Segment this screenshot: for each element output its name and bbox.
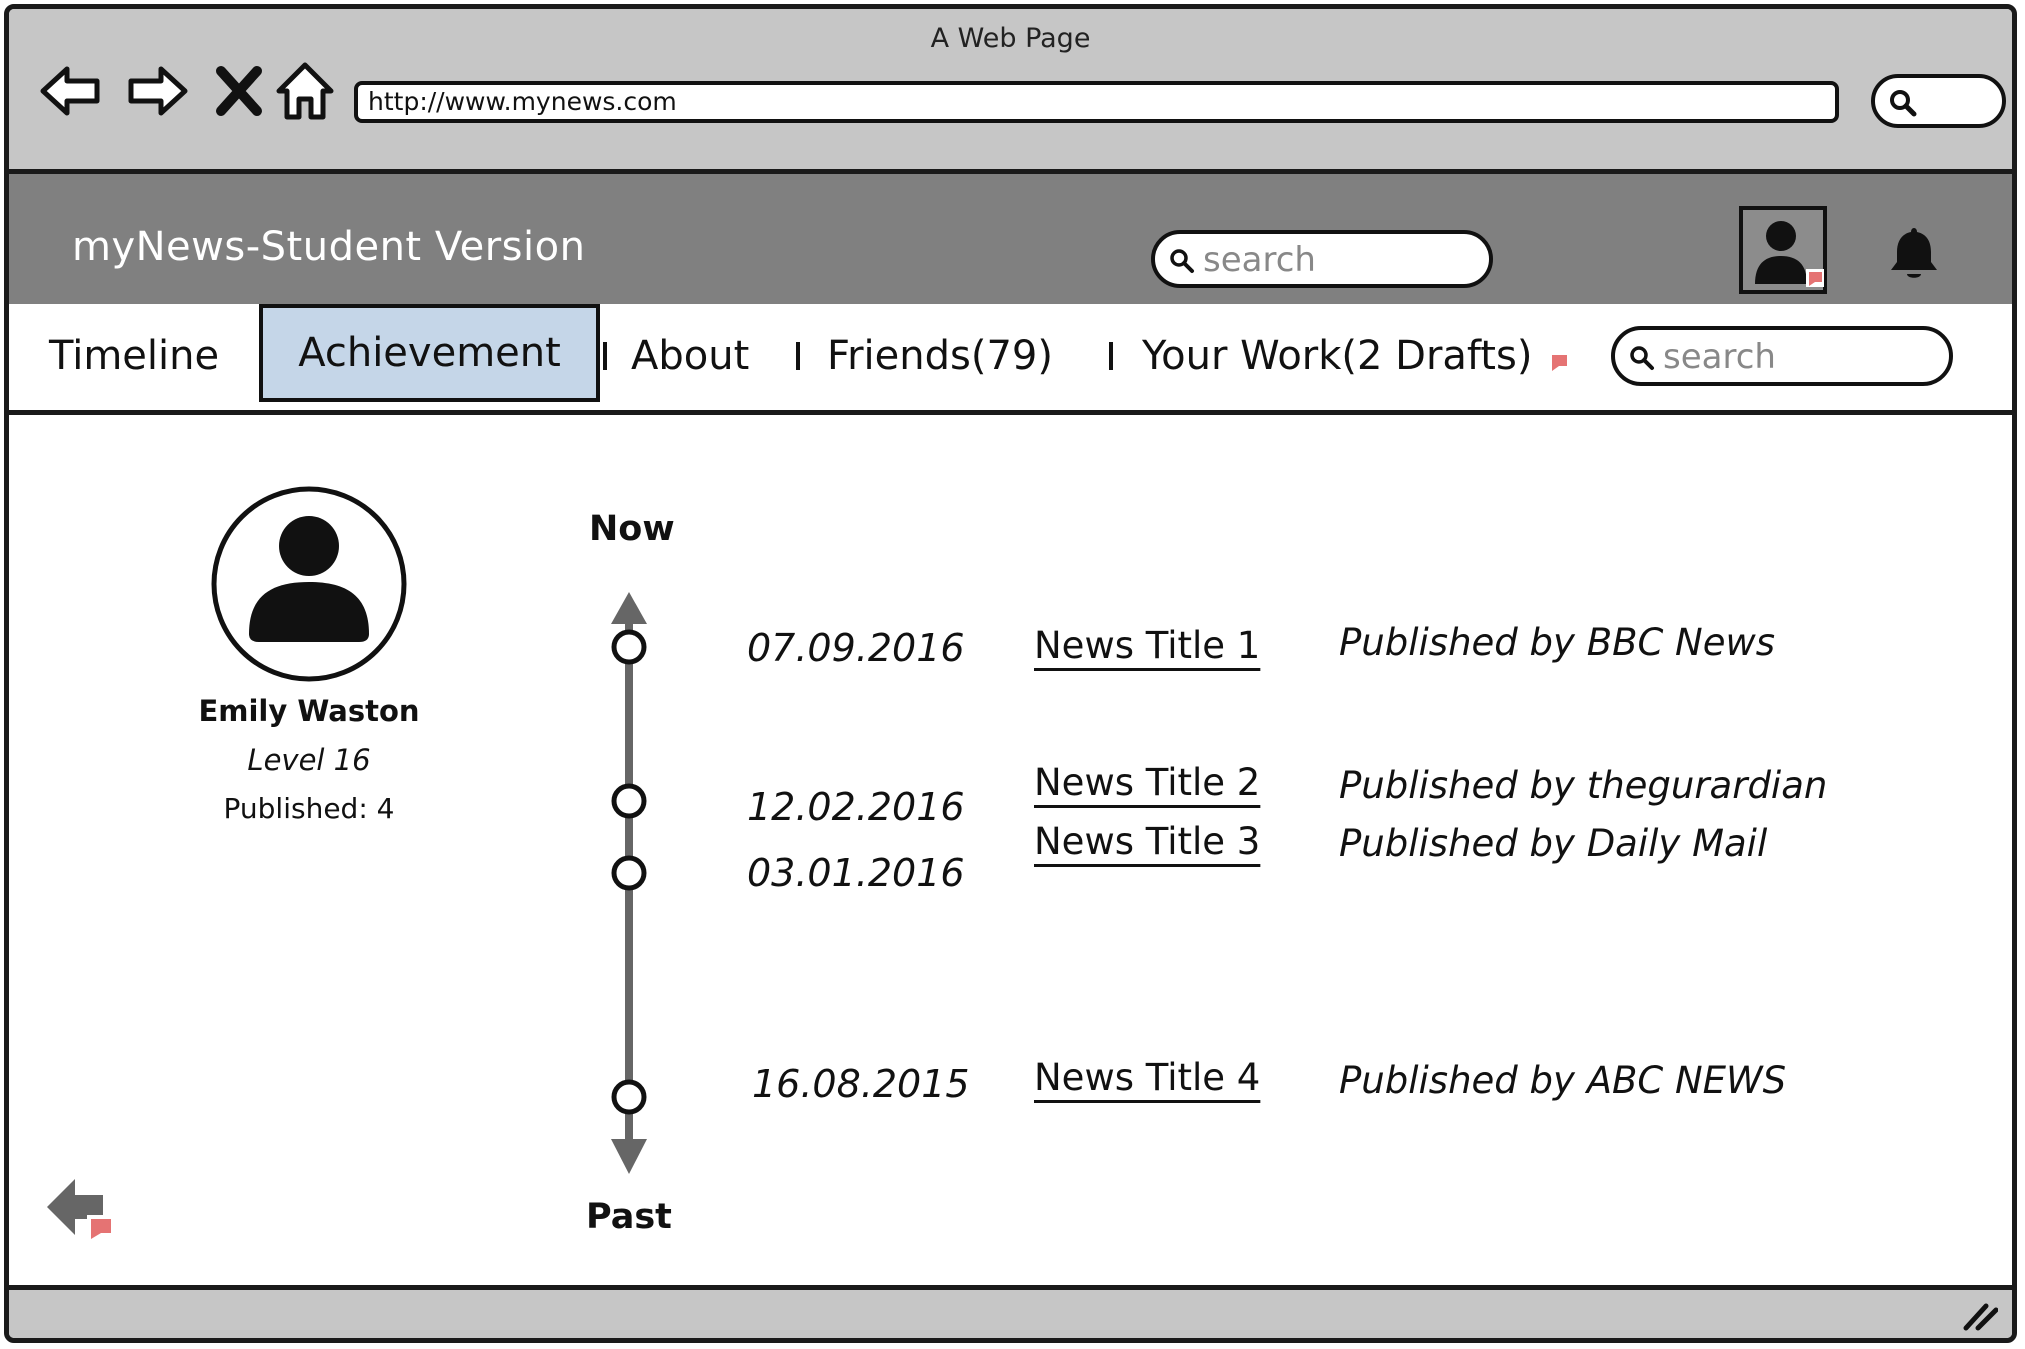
link-flag-icon: [1806, 269, 1824, 287]
news-title-link[interactable]: News Title 4: [1034, 1056, 1260, 1099]
profile-avatar-button[interactable]: [1739, 206, 1827, 294]
link-flag-icon: [1552, 355, 1567, 371]
entry-publisher: Published by thegurardian: [1339, 764, 1828, 807]
tab-divider: [603, 342, 607, 370]
header-search-input[interactable]: search: [1151, 230, 1493, 288]
entry-publisher: Published by BBC News: [1339, 621, 1776, 664]
tab-your-work[interactable]: Your Work(2 Drafts): [1142, 304, 1532, 410]
tab-friends[interactable]: Friends(79): [827, 304, 1053, 410]
entry-publisher: Published by Daily Mail: [1339, 822, 1768, 865]
url-bar[interactable]: http://www.mynews.com: [354, 81, 1839, 123]
profile-avatar-icon: [211, 486, 407, 682]
news-title-link[interactable]: News Title 1: [1034, 624, 1260, 667]
timeline-node: [611, 855, 647, 891]
tab-search-placeholder: search: [1663, 337, 1776, 377]
tab-achievement[interactable]: Achievement: [259, 304, 600, 402]
browser-window: A Web Page http://www.mynews.com myNews-…: [4, 4, 2017, 1343]
timeline-past-label: Past: [586, 1197, 672, 1237]
tab-timeline[interactable]: Timeline: [49, 304, 219, 410]
timeline-axis: [611, 592, 647, 1174]
status-bar: [9, 1285, 2012, 1338]
tab-about[interactable]: About: [631, 304, 749, 410]
search-icon: [1890, 90, 1917, 117]
app-header: myNews-Student Version search: [9, 174, 2012, 304]
search-icon: [1170, 249, 1194, 273]
entry-date: 07.09.2016: [747, 626, 965, 670]
forward-nav-icon[interactable]: [125, 59, 189, 123]
timeline-node: [611, 1079, 647, 1115]
entry-date: 03.01.2016: [747, 851, 965, 895]
entry-date: 16.08.2015: [752, 1062, 970, 1106]
browser-chrome: A Web Page http://www.mynews.com: [9, 9, 2012, 174]
tab-search-input[interactable]: search: [1611, 326, 1953, 386]
stop-icon[interactable]: [213, 59, 265, 123]
back-arrow-icon[interactable]: [43, 1171, 119, 1243]
browser-search[interactable]: [1871, 74, 2006, 128]
profile-published-count: Published: 4: [223, 792, 395, 825]
profile-name: Emily Waston: [198, 694, 420, 728]
window-title: A Web Page: [930, 23, 1091, 54]
search-icon: [1630, 346, 1654, 370]
tab-bar: Timeline Achievement About Friends(79) Y…: [9, 304, 2012, 415]
resize-grip-icon[interactable]: [1962, 1302, 1998, 1332]
back-nav-icon[interactable]: [39, 59, 103, 123]
news-title-link[interactable]: News Title 3: [1034, 820, 1260, 863]
entry-date: 12.02.2016: [747, 785, 965, 829]
tab-divider: [1109, 342, 1113, 370]
timeline-now-label: Now: [589, 509, 675, 549]
app-title: myNews-Student Version: [72, 224, 586, 270]
timeline-node: [611, 629, 647, 665]
profile-level: Level 16: [247, 743, 371, 777]
entry-publisher: Published by ABC NEWS: [1339, 1059, 1787, 1102]
bell-icon[interactable]: [1887, 224, 1941, 282]
header-search-placeholder: search: [1203, 240, 1316, 280]
home-icon[interactable]: [273, 59, 337, 123]
news-title-link[interactable]: News Title 2: [1034, 761, 1260, 804]
tab-divider: [796, 342, 800, 370]
timeline-node: [611, 783, 647, 819]
